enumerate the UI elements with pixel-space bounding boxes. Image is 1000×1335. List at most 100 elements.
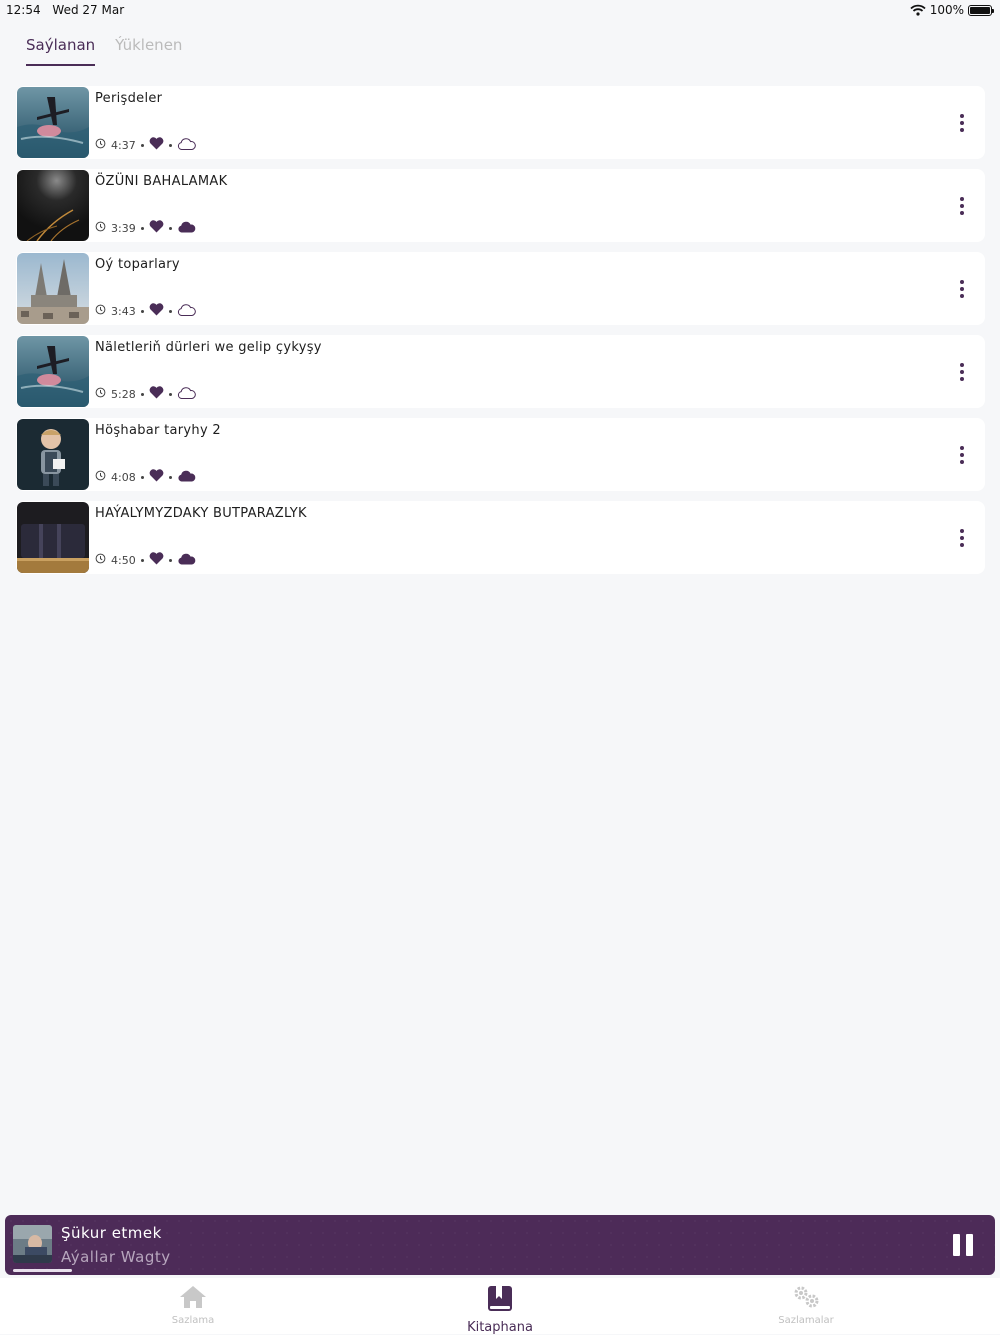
track-title: Näletleriň dürleri we gelip çykyşy xyxy=(95,340,322,355)
more-options-button[interactable] xyxy=(957,529,967,547)
status-bar: 12:54 Wed 27 Mar 100% xyxy=(0,0,1000,22)
heart-icon[interactable] xyxy=(149,469,164,485)
track-meta: 4:37 xyxy=(95,137,196,153)
nav-label-sazlamalar: Sazlamalar xyxy=(778,1315,834,1326)
clock-icon xyxy=(95,553,106,567)
cloud-downloaded-icon[interactable] xyxy=(177,221,196,236)
track-title: ÖZÜNI BAHALAMAK xyxy=(95,174,228,189)
list-item[interactable]: Näletleriň dürleri we gelip çykyşy 5:28 xyxy=(16,335,985,408)
player-progress[interactable] xyxy=(13,1269,989,1272)
track-thumbnail xyxy=(17,170,89,241)
more-options-button[interactable] xyxy=(957,446,967,464)
status-time: 12:54 xyxy=(6,3,41,17)
library-book-icon xyxy=(488,1286,512,1311)
track-body: ÖZÜNI BAHALAMAK 3:39 xyxy=(89,169,985,242)
track-duration: 4:37 xyxy=(111,138,136,152)
list-item[interactable]: Höşhabar taryhy 2 4:08 xyxy=(16,418,985,491)
track-title: Höşhabar taryhy 2 xyxy=(95,423,221,438)
track-thumbnail xyxy=(17,253,89,324)
tab-saylanan[interactable]: Saýlanan xyxy=(26,36,96,66)
list-item[interactable]: Oý toparlary 3:43 xyxy=(16,252,985,325)
battery-percent: 100% xyxy=(929,3,964,17)
wifi-icon xyxy=(910,4,926,16)
clock-icon xyxy=(95,138,106,152)
heart-icon[interactable] xyxy=(149,386,164,402)
player-title: Şükur etmek xyxy=(61,1224,162,1242)
separator-dot xyxy=(168,226,172,230)
nav-sazlamalar[interactable]: Sazlamalar xyxy=(746,1284,866,1326)
status-right: 100% xyxy=(910,3,994,17)
track-thumbnail xyxy=(17,87,89,158)
heart-icon[interactable] xyxy=(149,303,164,319)
nav-sazlama[interactable]: Sazlama xyxy=(133,1284,253,1326)
track-meta: 4:50 xyxy=(95,552,196,568)
player-subtitle: Aýallar Wagty xyxy=(61,1248,171,1266)
track-duration: 3:39 xyxy=(111,221,136,235)
track-title: Perişdeler xyxy=(95,91,163,106)
track-meta: 3:39 xyxy=(95,220,196,236)
track-duration: 3:43 xyxy=(111,304,136,318)
separator-dot xyxy=(168,143,172,147)
cloud-downloaded-icon[interactable] xyxy=(177,470,196,485)
home-icon xyxy=(180,1286,206,1308)
player-artwork xyxy=(13,1225,52,1263)
separator-dot xyxy=(168,475,172,479)
clock-icon xyxy=(95,470,106,484)
list-item[interactable]: Perişdeler 4:37 xyxy=(16,86,985,159)
tab-yuklenen[interactable]: Ýüklenen xyxy=(115,36,182,66)
track-duration: 5:28 xyxy=(111,387,136,401)
heart-icon[interactable] xyxy=(149,552,164,568)
track-body: Perişdeler 4:37 xyxy=(89,86,985,159)
nav-kitaphana[interactable]: Kitaphana xyxy=(440,1284,560,1335)
cloud-downloaded-icon[interactable] xyxy=(177,553,196,568)
list-item[interactable]: ÖZÜNI BAHALAMAK 3:39 xyxy=(16,169,985,242)
track-duration: 4:08 xyxy=(111,470,136,484)
clock-icon xyxy=(95,387,106,401)
library-tabs: Saýlanan Ýüklenen xyxy=(26,36,182,66)
pause-button[interactable] xyxy=(953,1234,973,1256)
bottom-nav: Sazlama Kitaphana Sazlamalar xyxy=(0,1278,1000,1335)
favorites-list: Perişdeler 4:37 ÖZÜNI BAHALAMAK 3:39 Oý topa… xyxy=(16,86,985,584)
nav-label-kitaphana: Kitaphana xyxy=(467,1320,533,1335)
pause-bar-right xyxy=(966,1234,973,1256)
track-title: HAÝALYMYZDAKY BUTPARAZLYK xyxy=(95,506,307,521)
battery-icon xyxy=(968,4,994,16)
heart-icon[interactable] xyxy=(149,137,164,153)
separator-dot xyxy=(140,143,144,147)
separator-dot xyxy=(140,392,144,396)
separator-dot xyxy=(140,226,144,230)
separator-dot xyxy=(140,309,144,313)
track-thumbnail xyxy=(17,502,89,573)
heart-icon[interactable] xyxy=(149,220,164,236)
more-options-button[interactable] xyxy=(957,197,967,215)
nav-label-sazlama: Sazlama xyxy=(171,1315,215,1326)
cloud-outline-icon[interactable] xyxy=(177,386,196,402)
separator-dot xyxy=(168,392,172,396)
list-item[interactable]: HAÝALYMYZDAKY BUTPARAZLYK 4:50 xyxy=(16,501,985,574)
more-options-button[interactable] xyxy=(957,363,967,381)
status-left: 12:54 Wed 27 Mar xyxy=(6,3,132,17)
track-thumbnail xyxy=(17,419,89,490)
track-title: Oý toparlary xyxy=(95,257,180,272)
track-duration: 4:50 xyxy=(111,553,136,567)
track-meta: 5:28 xyxy=(95,386,196,402)
separator-dot xyxy=(140,558,144,562)
more-options-button[interactable] xyxy=(957,114,967,132)
track-thumbnail xyxy=(17,336,89,407)
separator-dot xyxy=(168,558,172,562)
track-body: Oý toparlary 3:43 xyxy=(89,252,985,325)
mini-player[interactable]: Şükur etmek Aýallar Wagty xyxy=(5,1215,995,1275)
more-options-button[interactable] xyxy=(957,280,967,298)
pause-bar-left xyxy=(953,1234,960,1256)
cloud-outline-icon[interactable] xyxy=(177,303,196,319)
status-date: Wed 27 Mar xyxy=(52,3,125,17)
clock-icon xyxy=(95,221,106,235)
cloud-outline-icon[interactable] xyxy=(177,137,196,153)
separator-dot xyxy=(140,475,144,479)
track-body: Höşhabar taryhy 2 4:08 xyxy=(89,418,985,491)
gears-icon xyxy=(794,1286,819,1308)
track-meta: 4:08 xyxy=(95,469,196,485)
track-meta: 3:43 xyxy=(95,303,196,319)
separator-dot xyxy=(168,309,172,313)
track-body: Näletleriň dürleri we gelip çykyşy 5:28 xyxy=(89,335,985,408)
